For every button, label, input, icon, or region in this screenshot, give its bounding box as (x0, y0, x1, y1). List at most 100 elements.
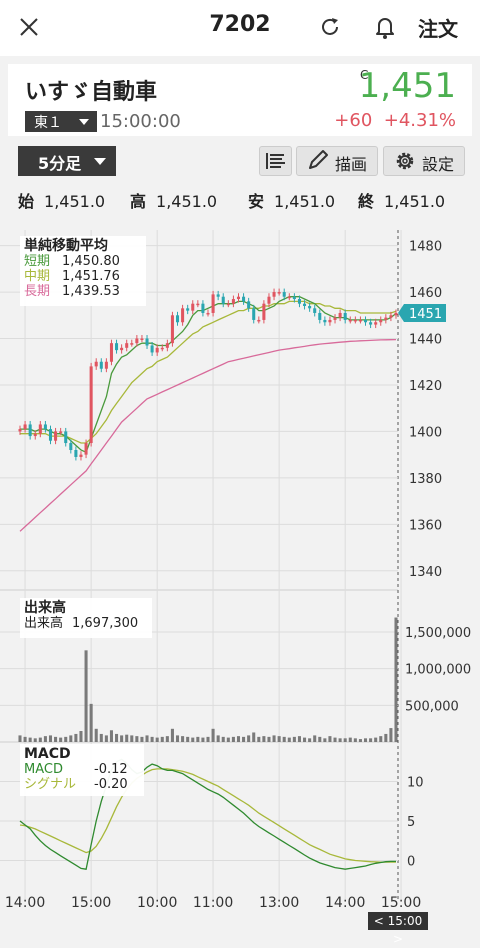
candle-body (145, 338, 149, 346)
legend-series-name: 中期 (24, 269, 51, 284)
volume-bar (84, 650, 88, 742)
time-tick-label: 15:00 (381, 895, 421, 911)
volume-bar (186, 736, 190, 742)
candle-body (135, 338, 139, 344)
candle-body (313, 308, 317, 313)
volume-bar (43, 736, 47, 742)
candle-body (328, 319, 332, 323)
dropdown-arrow-icon (94, 158, 106, 165)
candle-body (196, 303, 200, 306)
candle-body (363, 319, 368, 323)
candle-body (308, 306, 312, 309)
candle-body (379, 319, 383, 323)
volume-bar (282, 736, 286, 742)
macd-legend-title: MACD (24, 746, 71, 762)
time-tick-label: 14:00 (325, 895, 365, 911)
volume-tick-label: 1,500,000 (405, 626, 471, 641)
legend-series-name: シグナル (24, 777, 77, 792)
candle-body (175, 315, 180, 323)
ohlc-label: 始 (18, 192, 35, 211)
candle-body (54, 431, 58, 441)
settings-label: 設定 (422, 155, 455, 174)
volume-bar (104, 735, 108, 742)
legend-series-value: -0.12 (94, 762, 128, 777)
ohlc-label: 高 (130, 192, 147, 211)
legend-series-value: 1,450.80 (62, 254, 120, 269)
order-button[interactable]: 注文 (418, 13, 458, 42)
volume-bar (262, 736, 266, 742)
macd-legend-macd: MACD -0.12 (24, 762, 140, 777)
candle-body (374, 322, 378, 325)
legend-series-name: MACD (24, 762, 63, 777)
candle-body (348, 319, 352, 322)
candle-body (262, 303, 266, 320)
indicator-list-button[interactable] (259, 146, 292, 176)
top-bar: 7202 注文 (0, 0, 480, 56)
volume-bar (211, 728, 215, 742)
volume-bar (353, 738, 357, 742)
volume-tick-label: 1,000,000 (405, 663, 471, 678)
candle-body (191, 303, 195, 311)
exchange-selector[interactable]: 東１ (25, 111, 97, 132)
ohlc-value: 1,451.0 (384, 192, 446, 211)
candle-body (216, 294, 220, 297)
volume-bar (206, 736, 210, 742)
candle-body (282, 292, 286, 297)
macd-tick-label: 10 (407, 776, 424, 791)
volume-bar (181, 736, 185, 742)
candle-body (181, 308, 185, 323)
price-tick-label: 1440 (409, 333, 442, 348)
volume-legend-title: 出来高 (24, 600, 66, 616)
candle-body (287, 296, 291, 299)
stock-chart[interactable]: 1340 1360 1380 1400 1420 1440 1460 1480 1451 500,… (0, 210, 480, 934)
last-price-tag-label: 1451 (409, 307, 442, 322)
candle-body (64, 431, 68, 444)
volume-bar (89, 703, 93, 742)
volume-bar (155, 737, 159, 742)
volume-bar (175, 735, 180, 742)
volume-bar (389, 728, 393, 742)
volume-bar (348, 737, 352, 742)
candle-body (242, 296, 246, 302)
period-selector[interactable]: 5分足 (18, 146, 116, 176)
volume-bar (247, 735, 251, 742)
bell-icon[interactable] (373, 14, 397, 40)
candle-body (79, 454, 83, 457)
volume-legend: 出来高 出来高 1,697,300 (20, 598, 152, 638)
period-label: 5分足 (38, 154, 82, 173)
draw-button[interactable]: 描画 (296, 146, 378, 176)
chart-area[interactable]: 1340 1360 1380 1400 1420 1440 1460 1480 1451 500,… (0, 210, 480, 934)
volume-bar (394, 617, 398, 742)
candle-body (48, 429, 53, 441)
volume-bar (313, 735, 317, 742)
time-tick-label: 14:00 (5, 895, 45, 911)
macd-tick-label: 5 (407, 815, 415, 830)
volume-bar (135, 736, 139, 742)
candle-body (23, 424, 27, 430)
volume-bar (54, 736, 58, 742)
volume-bar (120, 735, 124, 742)
candle-body (369, 322, 373, 325)
volume-bar (287, 737, 291, 742)
volume-bar (252, 732, 256, 742)
volume-bar (201, 737, 205, 742)
volume-bar (308, 738, 312, 742)
current-price: 1,451 (358, 66, 456, 106)
volume-bar (130, 735, 134, 742)
volume-bar (236, 736, 241, 742)
candle-body (160, 347, 164, 350)
volume-bar (196, 736, 200, 742)
settings-button[interactable]: 設定 (383, 146, 465, 176)
ma-mid-line (20, 300, 397, 444)
price-tick-label: 1460 (409, 286, 442, 301)
volume-bar (140, 736, 144, 742)
volume-bar (231, 736, 235, 742)
candle-body (59, 431, 63, 433)
reload-icon[interactable] (318, 15, 342, 39)
ohlc-label: 終 (358, 192, 375, 211)
candle-body (125, 343, 129, 348)
volume-bar (160, 736, 164, 742)
candle-body (99, 361, 103, 369)
time-tick-label: 15:00 (71, 895, 111, 911)
volume-bar (145, 735, 149, 742)
